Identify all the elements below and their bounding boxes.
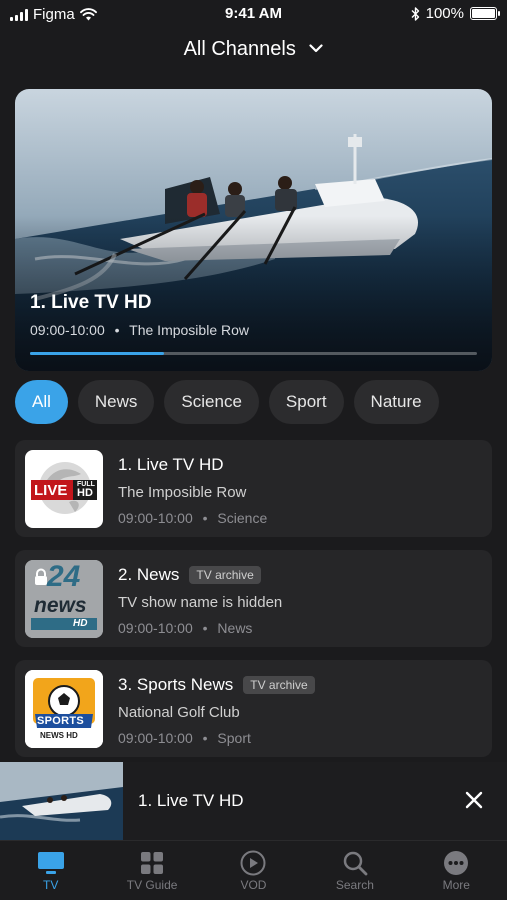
tv-icon	[37, 852, 64, 874]
search-icon	[343, 851, 368, 876]
featured-program-meta: 09:00-10:00 • The Imposible Row	[30, 322, 249, 338]
mini-player[interactable]: 1. Live TV HD	[0, 762, 507, 840]
bluetooth-icon	[411, 6, 419, 21]
channel-title: 3. Sports News	[118, 675, 234, 694]
filter-chip-all[interactable]: All	[15, 380, 68, 424]
filter-chip-sport[interactable]: Sport	[268, 380, 344, 424]
channel-row[interactable]: LIVE FULL HD 1. Live TV HD The Imposible…	[15, 440, 492, 537]
channel-title: 1. Live TV HD	[118, 455, 224, 474]
program-name: The Imposible Row	[118, 484, 247, 501]
logo-text-hd: HD	[77, 487, 93, 499]
filter-chip-nature[interactable]: Nature	[353, 380, 439, 424]
logo-text-sports: SPORTS	[37, 715, 85, 727]
channel-selector[interactable]: All Channels	[0, 38, 507, 61]
featured-time: 09:00-10:00	[30, 322, 105, 338]
program-name: National Golf Club	[118, 704, 240, 721]
status-right: 100%	[411, 5, 500, 22]
channel-title-row: 2. News TV archive	[118, 565, 261, 585]
channel-title: 2. News	[118, 565, 180, 584]
tv-archive-badge: TV archive	[243, 676, 315, 694]
lock-icon	[35, 568, 47, 585]
channel-title-row: 1. Live TV HD	[118, 455, 224, 475]
logo-number: 24	[47, 560, 81, 593]
tab-search[interactable]: Search	[304, 841, 405, 900]
mini-player-thumbnail	[0, 762, 123, 840]
logo-text-newshd: NEWS HD	[40, 731, 78, 740]
tab-label: TV	[43, 878, 59, 892]
close-icon[interactable]	[463, 789, 485, 811]
meta-separator: •	[202, 730, 208, 746]
grid-icon	[141, 852, 164, 874]
filter-chip-news[interactable]: News	[77, 380, 155, 424]
channel-row[interactable]: 24 news HD 2. News TV archive TV show na…	[15, 550, 492, 647]
tab-more[interactable]: More	[406, 841, 507, 900]
tab-tv[interactable]: TV	[0, 841, 101, 900]
program-progress-bar	[30, 352, 477, 355]
program-meta: 09:00-10:00 • Science	[118, 510, 267, 526]
tab-tv-guide[interactable]: TV Guide	[101, 841, 202, 900]
channel-logo-live: LIVE FULL HD	[25, 450, 103, 528]
meta-separator: •	[114, 322, 120, 338]
channel-logo-news: 24 news HD	[25, 560, 103, 638]
featured-program: The Imposible Row	[129, 322, 249, 338]
channel-title-row: 3. Sports News TV archive	[118, 675, 315, 695]
play-circle-icon	[240, 850, 266, 876]
featured-channel-title: 1. Live TV HD	[30, 292, 152, 313]
program-name: TV show name is hidden	[118, 594, 283, 611]
featured-channel-card[interactable]: 1. Live TV HD 09:00-10:00 • The Imposibl…	[15, 89, 492, 371]
channel-logo-sports: SPORTS NEWS HD	[25, 670, 103, 748]
logo-text-news: news	[34, 594, 87, 617]
filter-chip-science[interactable]: Science	[164, 380, 259, 424]
logo-text-live: LIVE	[34, 482, 68, 499]
tv-archive-badge: TV archive	[189, 566, 261, 584]
meta-separator: •	[202, 510, 208, 526]
chevron-down-icon	[309, 44, 324, 53]
program-time: 09:00-10:00	[118, 730, 193, 746]
tab-label: More	[442, 878, 470, 892]
meta-separator: •	[202, 620, 208, 636]
more-icon	[444, 851, 469, 875]
category-filters: All News Science Sport Nature	[15, 380, 507, 426]
battery-percent: 100%	[425, 5, 464, 22]
program-meta: 09:00-10:00 • News	[118, 620, 252, 636]
tab-label: Search	[335, 878, 374, 892]
mini-player-title: 1. Live TV HD	[138, 791, 244, 810]
status-bar: Figma 9:41 AM 100%	[0, 0, 507, 28]
page-title: All Channels	[183, 38, 296, 60]
program-category: News	[217, 620, 253, 636]
tab-label: TV Guide	[126, 878, 178, 892]
program-meta: 09:00-10:00 • Sport	[118, 730, 251, 746]
program-time: 09:00-10:00	[118, 620, 193, 636]
logo-text-hd: HD	[73, 618, 88, 629]
program-time: 09:00-10:00	[118, 510, 193, 526]
battery-icon	[470, 7, 500, 20]
tab-label: VOD	[240, 878, 267, 892]
tab-vod[interactable]: VOD	[203, 841, 304, 900]
program-category: Sport	[217, 730, 251, 746]
tab-bar: TV TV Guide VOD Search More	[0, 840, 507, 900]
channel-row[interactable]: SPORTS NEWS HD 3. Sports News TV archive…	[15, 660, 492, 757]
progress-fill	[30, 352, 165, 355]
program-category: Science	[217, 510, 268, 526]
